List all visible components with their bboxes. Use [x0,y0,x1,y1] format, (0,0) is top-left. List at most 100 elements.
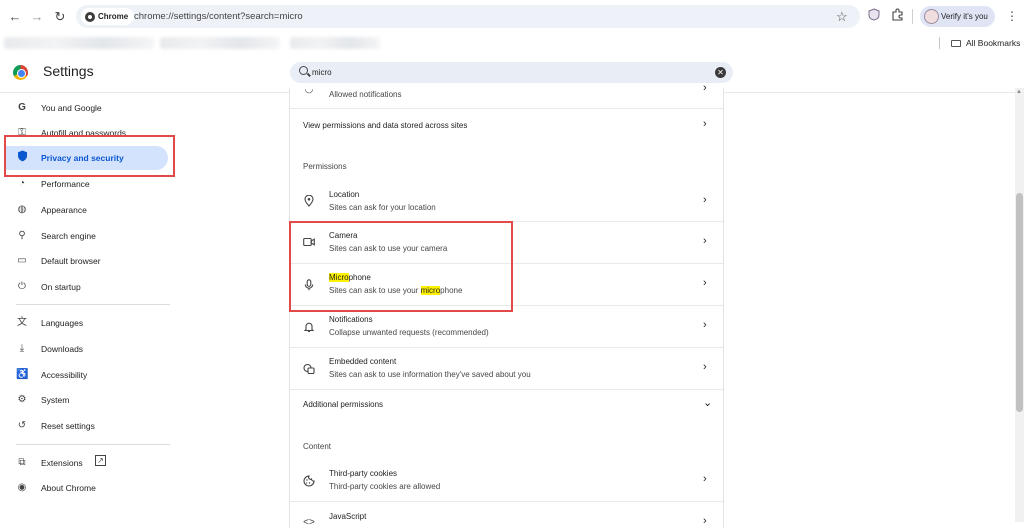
location-row[interactable]: Location Sites can ask for your location… [290,181,723,221]
sidebar-item-reset-settings[interactable]: ↺ Reset settings [0,415,170,437]
blurred-bookmarks [4,37,154,49]
embedded-content-icon [303,363,315,375]
search-icon: ⚲ [18,230,26,241]
chevron-right-icon: › [703,319,707,331]
sidebar-item-label: About Chrome [41,483,96,493]
google-g-icon: G [18,102,26,113]
sidebar-item-label: Performance [41,179,90,189]
sidebar-item-label: Search engine [41,231,96,241]
chevron-right-icon: › [703,473,707,485]
content-heading: Content [303,442,332,451]
search-input[interactable]: micro [312,62,332,83]
notifications-row[interactable]: Notifications Collapse unwanted requests… [290,306,723,347]
chevron-right-icon: › [703,82,707,94]
view-permissions-row[interactable]: View permissions and data stored across … [290,109,723,143]
sidebar-item-search-engine[interactable]: ⚲ Search engine [0,225,170,247]
sidebar-item-label: Reset settings [41,421,95,431]
bookmark-star-icon[interactable]: ☆ [836,7,848,26]
permissions-heading: Permissions [303,162,347,171]
blurred-bookmarks [290,37,380,49]
row-desc: Sites can ask for your location [329,203,436,212]
chrome-icon: ◉ [17,482,27,493]
verify-label: Verify it's you [941,12,988,21]
chevron-right-icon: › [703,118,707,130]
chrome-icon [85,11,95,22]
sidebar-item-accessibility[interactable]: ♿ Accessibility [0,364,170,386]
bell-icon [303,321,315,333]
site-info-chip[interactable]: Chrome [81,8,135,25]
sidebar-item-on-startup[interactable]: ⏻ On startup [0,276,170,298]
reload-button[interactable]: ↻ [51,8,69,26]
browser-window-icon: ▭ [17,255,27,266]
list-item[interactable]: ◡ Allowed notifications › [290,82,723,110]
power-icon: ⏻ [18,281,26,292]
sidebar-item-label: Accessibility [41,370,88,380]
sidebar-item-about-chrome[interactable]: ◉ About Chrome [0,477,170,499]
browser-menu-icon[interactable]: ⋮ [1006,8,1018,24]
notifications-icon: ◡ [304,84,314,95]
all-bookmarks-button[interactable]: All Bookmarks [951,33,1020,53]
row-desc: Sites can ask to use information they've… [329,370,531,379]
sidebar-divider [16,444,170,445]
additional-permissions-row[interactable]: Additional permissions ⌄ [290,390,723,422]
scroll-up-icon[interactable]: ▲ [1016,89,1022,95]
embedded-content-row[interactable]: Embedded content Sites can ask to use in… [290,348,723,389]
url-text[interactable]: chrome://settings/content?search=micro [134,5,303,28]
back-button[interactable]: ← [6,8,24,26]
bookmarks-divider [939,37,940,49]
row-desc: Third-party cookies are allowed [329,482,441,491]
settings-search-box[interactable]: micro ✕ [290,62,733,83]
sidebar-item-autofill[interactable]: ⚿ Autofill and passwords [0,122,170,136]
chrome-logo-icon [13,65,28,80]
sidebar-item-label: Downloads [41,344,84,354]
chevron-right-icon: › [703,515,707,527]
sidebar-divider [16,304,170,305]
javascript-row[interactable]: <> JavaScript › [290,502,723,528]
wrench-icon: ⚙ [17,394,27,405]
row-desc: Collapse unwanted requests (recommended) [329,328,489,337]
sidebar-item-label: System [41,395,70,405]
folder-icon [951,40,961,47]
verify-identity-button[interactable]: Verify it's you [920,6,995,27]
chevron-right-icon: › [703,361,707,373]
sidebar-item-languages[interactable]: 文 Languages [0,312,170,334]
avatar [924,9,939,24]
sidebar-item-appearance[interactable]: ◍ Appearance [0,199,170,221]
row-desc: Allowed notifications [329,90,402,99]
sidebar-item-performance[interactable]: ◔ Performance [0,173,170,195]
sidebar-item-label: Default browser [41,256,101,266]
sidebar-item-label: You and Google [41,103,102,113]
scrollbar-thumb[interactable] [1016,193,1023,412]
sidebar-item-downloads[interactable]: ⤓ Downloads [0,338,170,360]
sidebar-item-system[interactable]: ⚙ System [0,389,170,411]
sidebar-item-label: Languages [41,318,84,328]
sidebar-item-label: Appearance [41,205,87,215]
row-title: Third-party cookies [329,469,398,478]
browser-toolbar: ← → ↻ Chrome chrome://settings/content?s… [0,0,1024,33]
palette-icon: ◍ [17,204,27,215]
sidebar-item-label: On startup [41,282,81,292]
row-title: Embedded content [329,357,397,366]
all-bookmarks-label: All Bookmarks [966,38,1021,48]
clear-search-icon[interactable]: ✕ [715,67,726,78]
chevron-right-icon: › [703,277,707,289]
row-title: View permissions and data stored across … [303,121,468,130]
forward-button[interactable]: → [28,8,46,26]
accessibility-icon: ♿ [16,369,29,380]
cookie-icon [303,475,315,487]
sidebar-item-you-and-google[interactable]: G You and Google [0,97,170,119]
shield-extension-icon[interactable] [866,8,882,24]
expand-more-icon[interactable]: ⌄ [703,396,712,409]
sidebar-item-extensions[interactable]: ⧉ Extensions ↗ [0,452,170,474]
blurred-bookmarks [160,37,280,49]
sidebar-item-default-browser[interactable]: ▭ Default browser [0,250,170,272]
row-title: Notifications [329,315,373,324]
extensions-puzzle-icon[interactable] [889,8,905,24]
sidebar-item-label: Extensions [41,458,83,468]
third-party-cookies-row[interactable]: Third-party cookies Third-party cookies … [290,460,723,501]
row-title: Additional permissions [303,400,384,409]
open-external-icon: ↗ [95,455,106,466]
address-bar[interactable]: Chrome chrome://settings/content?search=… [76,5,860,28]
speedometer-icon: ◔ [18,178,26,189]
row-title: Location [329,190,360,199]
